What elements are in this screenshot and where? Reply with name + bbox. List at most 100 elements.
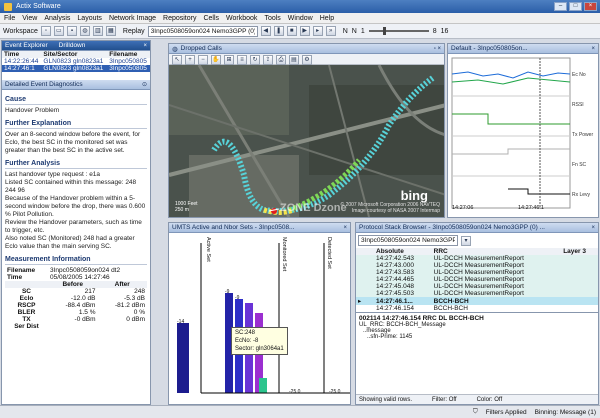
binning-status[interactable]: Binning: Message (1) bbox=[535, 409, 596, 416]
save-icon[interactable]: ▪ bbox=[66, 26, 77, 36]
legend-icon[interactable]: ▤ bbox=[289, 55, 299, 65]
replay-label: Replay bbox=[122, 27, 145, 35]
collapse-icon[interactable]: ⊙ bbox=[142, 81, 147, 88]
pause-icon[interactable]: ❚ bbox=[273, 26, 284, 36]
filter-status[interactable]: Filter: Off bbox=[432, 397, 457, 403]
col-time[interactable]: Time bbox=[2, 51, 41, 58]
bar-detected-1 bbox=[259, 378, 267, 393]
globe-icon[interactable]: ◍ bbox=[79, 26, 90, 36]
table-row[interactable]: 14:27:43.583 UL-DCCH MeasurementReport bbox=[356, 269, 598, 276]
close-icon[interactable]: × bbox=[591, 46, 595, 52]
rewind-icon[interactable]: ◀ bbox=[260, 26, 271, 36]
table-icon[interactable]: ▦ bbox=[105, 26, 116, 36]
event-explorer-panel: Event Explorer Drilldown × Time Site/Sec… bbox=[1, 40, 151, 405]
replay-file-select[interactable]: 3Inpc0508059on024 Nemo3GPP (0) bbox=[147, 25, 258, 37]
select-tool-icon[interactable]: ↖ bbox=[172, 55, 182, 65]
new-icon[interactable]: ▫ bbox=[40, 26, 51, 36]
settings-icon[interactable]: ⚙ bbox=[302, 55, 312, 65]
drilldown-tab[interactable]: Drilldown bbox=[59, 42, 86, 49]
col-layer3[interactable]: Layer 3 bbox=[561, 248, 598, 255]
color-status[interactable]: Color: Off bbox=[477, 397, 503, 403]
protocol-panel: Protocol Stack Browser - 3Inpc0508059on0… bbox=[355, 222, 599, 405]
layers-icon[interactable]: ≡ bbox=[237, 55, 247, 65]
analysis-line: Also noted SC (Monitored) 248 had a grea… bbox=[5, 235, 135, 250]
table-row[interactable]: 14:27:45.503 UL-DCCH MeasurementReport bbox=[356, 290, 598, 297]
bar-label-monitored: Monitored Set bbox=[281, 237, 287, 272]
stop-icon[interactable]: ■ bbox=[286, 26, 297, 36]
measure-icon[interactable]: ⊞ bbox=[224, 55, 234, 65]
menu-workbook[interactable]: Workbook bbox=[226, 15, 257, 22]
table-row-selected[interactable]: ▸ 14:27:46.1... BCCH-BCH bbox=[356, 297, 598, 305]
table-row[interactable]: 14:27:43.000 UL-DCCH MeasurementReport bbox=[356, 262, 598, 269]
table-row: Ser Dist bbox=[14, 323, 39, 330]
minimize-button[interactable]: – bbox=[554, 2, 567, 11]
menu-repository[interactable]: Repository bbox=[163, 15, 196, 22]
col-absolute[interactable]: Absolute bbox=[374, 248, 432, 255]
menu-layouts[interactable]: Layouts bbox=[77, 15, 102, 22]
refresh-icon[interactable]: ↻ bbox=[250, 55, 260, 65]
zoom-out-icon[interactable]: − bbox=[198, 55, 208, 65]
cause-heading: Cause bbox=[5, 96, 147, 105]
filters-applied[interactable]: Filters Applied bbox=[486, 409, 527, 416]
menu-bar: File View Analysis Layouts Network Image… bbox=[0, 13, 600, 24]
event-explorer-title[interactable]: Event Explorer bbox=[5, 42, 48, 49]
close-icon[interactable]: × bbox=[143, 43, 147, 49]
table-row-selected[interactable]: 14:27:46:1 GLN0823 gln0823a1 3Inpc050805 bbox=[2, 65, 150, 72]
bar-value-1: -14 bbox=[177, 319, 185, 325]
bar-active-1 bbox=[177, 323, 189, 393]
map-copyright: © 2007 Microsoft Corporation 2006 NAVTEQ… bbox=[340, 202, 440, 214]
filter-icon[interactable]: ▾ bbox=[461, 235, 471, 246]
replay-speed-slider[interactable]: N N 1 8 16 bbox=[343, 27, 448, 35]
table-row[interactable]: 14:27:44.465 UL-DCCH MeasurementReport bbox=[356, 276, 598, 283]
table-row[interactable]: 14:22:26:44 GLN0823 gln0823a1 3Inpc05080… bbox=[2, 58, 150, 65]
measurement-table: Filename 3Inpc0508059on024 dt2 Time 05/08/… bbox=[5, 267, 147, 330]
bar-label-detected: Detected Set bbox=[326, 237, 332, 269]
bar-label-active: Active Set bbox=[205, 237, 211, 262]
menu-network-image[interactable]: Network Image bbox=[109, 15, 156, 22]
table-row[interactable]: 14:27:46.154 BCCH-BCH bbox=[356, 305, 598, 312]
detail-header: 002114 14:27:46.154 RRC DL BCCH-BCH bbox=[359, 315, 484, 322]
event-explorer-header: Event Explorer Drilldown × bbox=[2, 41, 150, 51]
further-explanation-text: Over an 8-second window before the event… bbox=[5, 131, 141, 154]
line-chart-header: Default - 3Inpc050805on... × bbox=[448, 44, 598, 54]
menu-cells[interactable]: Cells bbox=[203, 15, 219, 22]
map-icon: ◍ bbox=[172, 45, 178, 53]
open-icon[interactable]: ▭ bbox=[53, 26, 64, 36]
export-icon[interactable]: ⇪ bbox=[263, 55, 273, 65]
line-chart-title: Default - 3Inpc050805on... bbox=[451, 45, 528, 52]
menu-view[interactable]: View bbox=[22, 15, 37, 22]
col-rrc[interactable]: RRC bbox=[432, 248, 562, 255]
diagnostics-title: Detailed Event Diagnostics bbox=[5, 81, 83, 88]
map-canvas[interactable]: bing © 2007 Microsoft Corporation 2006 N… bbox=[169, 65, 444, 217]
chart-icon[interactable]: ▥ bbox=[92, 26, 103, 36]
map-toolbar: ↖ + − ✋ ⊞ ≡ ↻ ⇪ ⎙ ▤ ⚙ bbox=[169, 54, 444, 65]
menu-file[interactable]: File bbox=[4, 15, 15, 22]
play-icon[interactable]: ▶ bbox=[299, 26, 310, 36]
menu-help[interactable]: Help bbox=[320, 15, 334, 22]
app-icon bbox=[4, 2, 12, 11]
menu-tools[interactable]: Tools bbox=[264, 15, 280, 22]
table-row[interactable]: 14:27:42.543 UL-DCCH MeasurementReport bbox=[356, 255, 598, 262]
protocol-file-select[interactable]: 3Inpc0508059on024 Nemo3GPP (0) bbox=[358, 235, 458, 246]
close-icon[interactable]: × bbox=[343, 225, 347, 231]
table-row: RSCP -88.4 dBm -81.2 dBm bbox=[17, 302, 145, 309]
close-icon[interactable]: ▫ × bbox=[434, 46, 441, 52]
col-site-sector[interactable]: Site/Sector bbox=[41, 51, 107, 58]
col-filename[interactable]: Filename bbox=[107, 51, 150, 58]
protocol-detail: 002114 14:27:46.154 RRC DL BCCH-BCH UL_R… bbox=[356, 312, 598, 356]
menu-window[interactable]: Window bbox=[288, 15, 313, 22]
line-x-label-left: 14:27:06 bbox=[452, 205, 474, 211]
menu-analysis[interactable]: Analysis bbox=[44, 15, 70, 22]
maximize-button[interactable]: □ bbox=[569, 2, 582, 11]
close-icon[interactable]: × bbox=[591, 225, 595, 231]
close-button[interactable]: × bbox=[584, 2, 597, 11]
fast-forward-icon[interactable]: » bbox=[325, 26, 336, 36]
zoom-in-icon[interactable]: + bbox=[185, 55, 195, 65]
step-icon[interactable]: ▸ bbox=[312, 26, 323, 36]
print-icon[interactable]: ⎙ bbox=[276, 55, 286, 65]
pan-icon[interactable]: ✋ bbox=[211, 55, 221, 65]
workspace-label: Workspace bbox=[3, 27, 38, 35]
slider-thumb[interactable] bbox=[382, 27, 386, 35]
table-row[interactable]: 14:27:45.048 UL-DCCH MeasurementReport bbox=[356, 283, 598, 290]
diagnostics-body: Cause Handover Problem Further Explanati… bbox=[2, 90, 150, 331]
